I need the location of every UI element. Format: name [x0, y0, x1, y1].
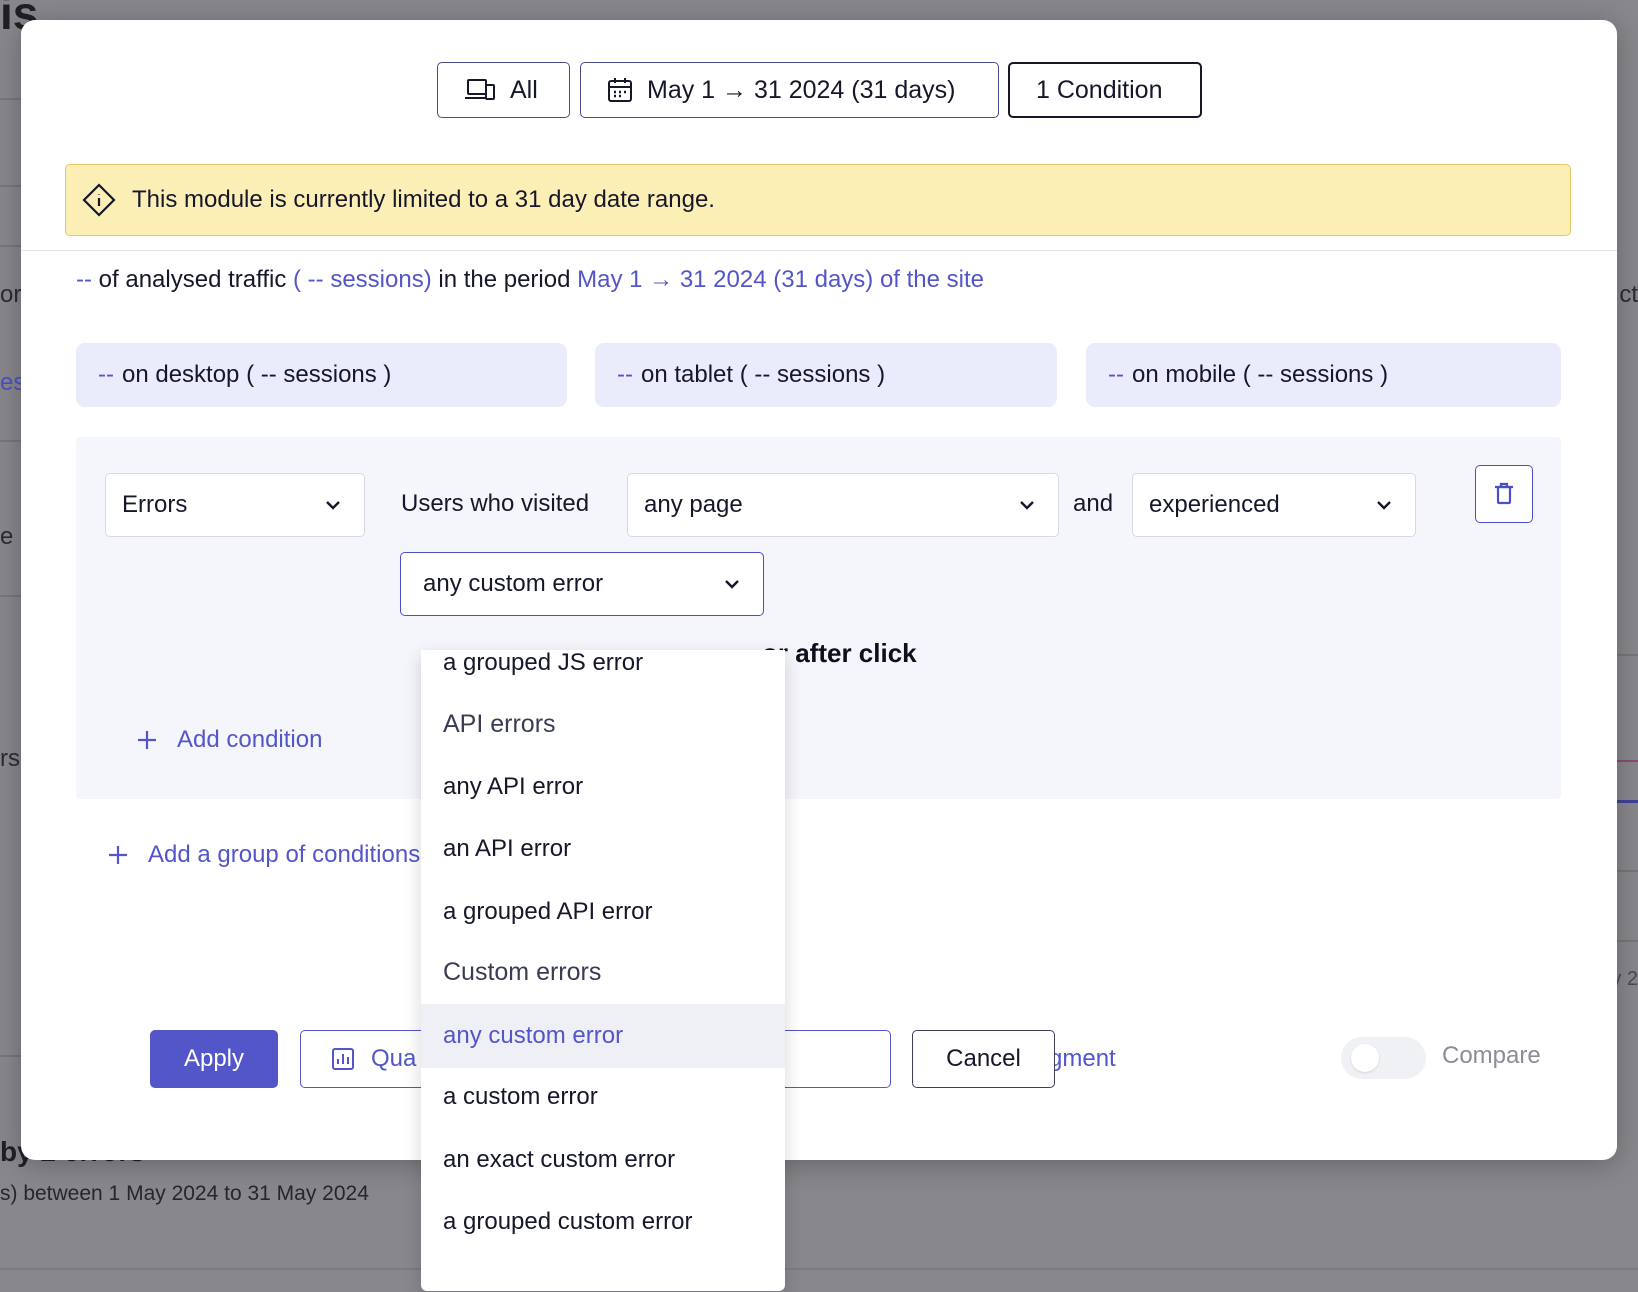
chevron-down-icon: [1377, 501, 1391, 510]
date-range-label: May 1 → 31 2024 (31 days): [647, 75, 956, 104]
device-filter-label: All: [510, 75, 538, 104]
bg-section-subtext: s) between 1 May 2024 to 31 May 2024: [0, 1182, 369, 1205]
bg-fragment: rs: [0, 745, 20, 772]
bg-divider: [1616, 870, 1638, 872]
dropdown-group-header: API errors: [443, 709, 556, 738]
header-divider: [21, 250, 1617, 251]
calendar-icon: [608, 78, 632, 102]
traffic-summary: -- of analysed traffic ( -- sessions) in…: [76, 266, 984, 294]
bg-chart-line: [1616, 800, 1638, 803]
bg-fragment: or: [0, 281, 22, 308]
traffic-percentage: --: [76, 266, 92, 293]
bg-divider: [0, 1055, 22, 1057]
add-condition-label: Add condition: [177, 726, 323, 753]
bg-divider: [0, 440, 22, 442]
chart-icon: [332, 1048, 354, 1070]
dropdown-option[interactable]: a grouped JS error: [421, 650, 785, 695]
dropdown-option[interactable]: an API error: [421, 817, 785, 881]
warning-banner: This module is currently limited to a 31…: [65, 164, 1571, 236]
error-type-value: any custom error: [423, 570, 604, 597]
dropdown-option-selected[interactable]: any custom error: [421, 1004, 785, 1068]
device-filter-button[interactable]: All: [437, 62, 570, 118]
dropdown-option[interactable]: any API error: [421, 755, 785, 819]
segment-label: gment: [1049, 1045, 1116, 1072]
summary-text: in the period: [438, 266, 571, 293]
delete-condition-button[interactable]: [1475, 465, 1533, 523]
tablet-value: --: [617, 361, 633, 388]
condition-category-value: Errors: [122, 491, 188, 518]
warning-message: This module is currently limited to a 31…: [132, 186, 715, 213]
bg-divider: [0, 1268, 1638, 1270]
experienced-select-value: experienced: [1149, 491, 1280, 518]
desktop-value: --: [98, 361, 114, 388]
cancel-label: Cancel: [946, 1045, 1021, 1072]
conditions-button[interactable]: 1 Condition: [1008, 62, 1202, 118]
and-label: and: [1073, 490, 1114, 517]
plus-icon: [109, 846, 127, 864]
bg-divider: [0, 245, 22, 247]
tablet-stats-card: -- on tablet ( -- sessions ): [595, 343, 1057, 407]
after-click-text: or after click: [762, 638, 917, 669]
conditions-label: 1 Condition: [1036, 75, 1163, 104]
bg-divider: [1616, 940, 1638, 942]
date-range-button[interactable]: May 1 → 31 2024 (31 days): [580, 62, 999, 118]
dropdown-group-header: Custom errors: [443, 957, 602, 986]
chevron-down-icon: [1020, 501, 1034, 510]
bg-fragment: ct: [1619, 281, 1638, 308]
bg-divider: [1616, 654, 1638, 656]
plus-icon: [138, 731, 156, 749]
error-type-dropdown: a grouped JS error API errors any API er…: [421, 650, 785, 1291]
cancel-button[interactable]: Cancel: [912, 1030, 1055, 1088]
users-who-visited-label: Users who visited: [401, 490, 590, 517]
summary-period: May 1 → 31 2024 (31 days) of the site: [577, 266, 985, 293]
trash-icon: [1495, 482, 1513, 505]
devices-icon: [465, 79, 495, 100]
chevron-down-icon: [725, 580, 739, 589]
bg-fragment: e: [0, 523, 14, 550]
segment-modal: All May 1 → 31 2024 (31 days) 1 Conditio…: [21, 20, 1617, 1291]
bg-divider: [0, 98, 22, 100]
compare-label: Compare: [1442, 1042, 1541, 1069]
page-select[interactable]: any page: [627, 473, 1059, 537]
warning-diamond-icon: [82, 183, 116, 217]
condition-category-select[interactable]: Errors: [105, 473, 365, 537]
dropdown-option[interactable]: a custom error: [421, 1065, 785, 1129]
chevron-down-icon: [326, 501, 340, 510]
add-group-button[interactable]: Add a group of conditions: [108, 841, 420, 869]
bg-divider: [0, 595, 22, 597]
dropdown-option[interactable]: an exact custom error: [421, 1128, 785, 1192]
apply-button[interactable]: Apply: [150, 1030, 278, 1088]
experienced-select[interactable]: experienced: [1132, 473, 1416, 537]
add-group-label: Add a group of conditions: [148, 841, 421, 868]
tablet-label: on tablet ( -- sessions ): [640, 361, 886, 388]
apply-label: Apply: [183, 1045, 245, 1072]
compare-toggle[interactable]: [1341, 1037, 1426, 1079]
mobile-value: --: [1108, 361, 1124, 388]
page-select-value: any page: [644, 491, 743, 518]
mobile-label: on mobile ( -- sessions ): [1131, 361, 1389, 388]
quick-segment-label: Qua: [371, 1045, 417, 1072]
dropdown-option[interactable]: a grouped custom error: [421, 1190, 785, 1254]
mobile-stats-card: -- on mobile ( -- sessions ): [1086, 343, 1561, 407]
error-type-select[interactable]: any custom error: [400, 552, 764, 616]
add-condition-button[interactable]: Add condition: [137, 726, 322, 754]
bg-chart-line: [1616, 760, 1638, 762]
summary-sessions: ( -- sessions): [293, 266, 432, 293]
desktop-stats-card: -- on desktop ( -- sessions ): [76, 343, 567, 407]
summary-text: of analysed traffic: [98, 266, 287, 293]
dropdown-option[interactable]: a grouped API error: [421, 880, 785, 944]
toggle-knob: [1351, 1044, 1379, 1072]
bg-divider: [0, 185, 22, 187]
after-click-label: or after click: [762, 638, 917, 668]
desktop-label: on desktop ( -- sessions ): [121, 361, 392, 388]
